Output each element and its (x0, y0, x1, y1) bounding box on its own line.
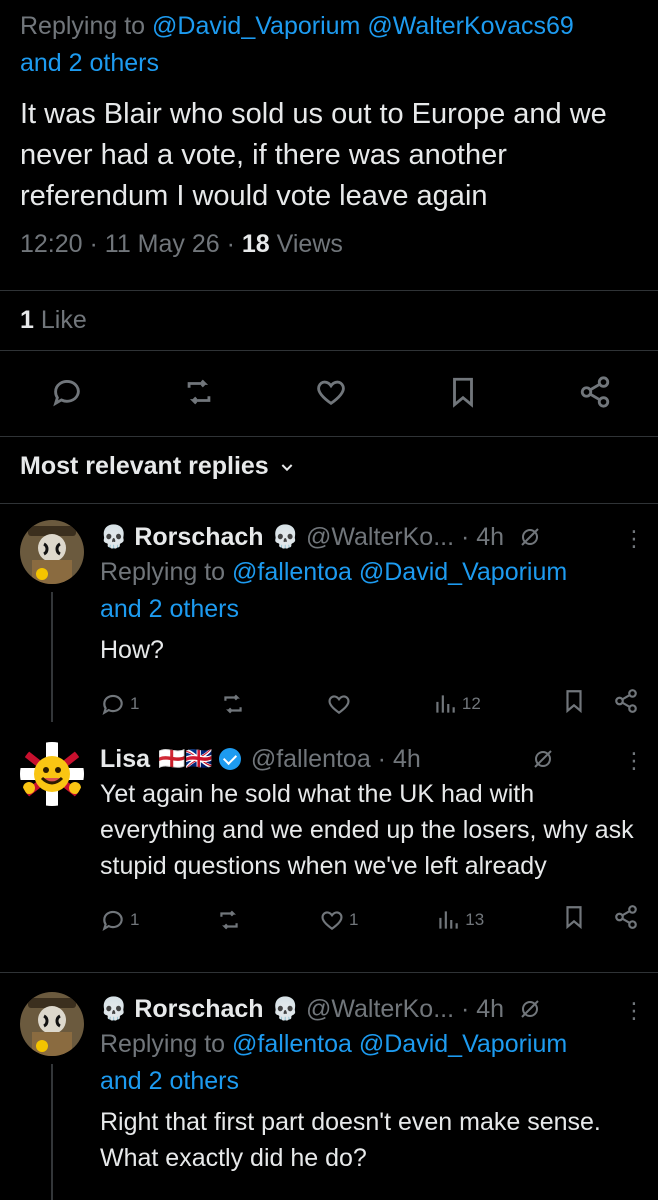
author-handle-time[interactable]: @fallentoa · 4h (251, 742, 421, 776)
author-name[interactable]: Rorschach (134, 992, 263, 1026)
replying-prefix: Replying to (100, 1030, 226, 1058)
thread-line (51, 592, 53, 722)
avatar[interactable] (20, 520, 84, 584)
tweet-text: It was Blair who sold us out to Europe a… (20, 98, 607, 212)
share-icon[interactable] (578, 375, 612, 414)
retweet-icon (220, 910, 238, 929)
tweet-meta: 12:20 · 11 May 26 · 18 Views (20, 230, 645, 259)
mute-icon[interactable] (531, 747, 555, 771)
skull-emoji: 💀 (271, 996, 299, 1021)
replying-to: Replying to @David_Vaporium @WalterKovac… (20, 8, 645, 82)
share-icon[interactable] (613, 688, 639, 719)
author-handle-time[interactable]: @WalterKo... · 4h (306, 520, 504, 554)
section-header: Most relevant replies (20, 452, 269, 480)
verified-icon (218, 748, 241, 770)
views-label: Views (276, 230, 343, 258)
mute-icon[interactable] (518, 525, 542, 549)
author-name[interactable]: Lisa (100, 742, 150, 776)
flag-emojis: 🏴󠁧󠁢󠁥󠁮󠁧󠁿🇬🇧 (158, 746, 213, 771)
reply-body: 💀 Rorschach 💀 @WalterKo... · 4h ⋮ Replyi… (100, 520, 645, 719)
reply-header: 💀 Rorschach 💀 @WalterKo... · 4h (100, 992, 645, 1026)
reply-icon (102, 910, 123, 931)
replying-to: Replying to @fallentoa @David_Vaporium a… (100, 1026, 645, 1100)
more-icon[interactable]: ⋮ (623, 998, 645, 1024)
tweet-time[interactable]: 12:20 · 11 May 26 · (20, 230, 235, 258)
likes-count: 1 (20, 306, 34, 334)
like-button[interactable] (326, 691, 352, 717)
like-icon[interactable] (314, 375, 348, 414)
reply-body: 💀 Rorschach 💀 @WalterKo... · 4h ⋮ Replyi… (100, 992, 645, 1176)
views-icon (439, 910, 459, 929)
more-icon[interactable]: ⋮ (623, 748, 645, 774)
reply-button[interactable]: 1 (100, 907, 139, 933)
author-name[interactable]: Rorschach (134, 520, 263, 554)
author-handle-time[interactable]: @WalterKo... · 4h (306, 992, 504, 1026)
reply-text: How? (100, 636, 164, 664)
reply-count: 1 (130, 693, 140, 713)
others-link[interactable]: and 2 others (100, 1067, 239, 1095)
reply-actions: 1 1 13 (100, 904, 645, 935)
reply-icon (102, 694, 123, 715)
mentions-link[interactable]: @fallentoa @David_Vaporium (232, 558, 567, 586)
reply-header: 💀 Rorschach 💀 @WalterKo... · 4h (100, 520, 645, 554)
retweet-button[interactable] (220, 691, 246, 717)
divider (0, 436, 658, 437)
others-link[interactable]: and 2 others (100, 595, 239, 623)
avatar[interactable] (20, 742, 84, 806)
skull-emoji: 💀 (100, 524, 128, 549)
reply-button[interactable]: 1 (100, 691, 139, 717)
reply-body: Lisa 🏴󠁧󠁢󠁥󠁮󠁧󠁿🇬🇧 @fallentoa · 4h ⋮ Yet aga… (100, 742, 645, 935)
reply-actions: 1 12 (100, 688, 645, 719)
like-icon (321, 910, 343, 930)
likes-label: Like (40, 306, 87, 334)
likes-summary[interactable]: 1 Like (20, 306, 87, 335)
like-count: 1 (349, 909, 359, 929)
avatar[interactable] (20, 992, 84, 1056)
retweet-button[interactable] (216, 907, 242, 933)
mute-icon[interactable] (518, 997, 542, 1021)
replying-to: Replying to @fallentoa @David_Vaporium a… (100, 554, 645, 628)
views-button[interactable]: 13 (435, 907, 484, 933)
views-icon (436, 694, 455, 713)
mentions-link[interactable]: @David_Vaporium @WalterKovacs69 (152, 12, 574, 40)
views-button[interactable]: 12 (432, 691, 481, 717)
main-tweet: Replying to @David_Vaporium @WalterKovac… (20, 0, 645, 334)
thread-line (51, 1064, 53, 1200)
mentions-link[interactable]: @fallentoa @David_Vaporium (232, 1030, 567, 1058)
replying-prefix: Replying to (100, 558, 226, 586)
skull-emoji: 💀 (100, 996, 128, 1021)
view-count: 12 (461, 693, 481, 713)
replying-prefix: Replying to (20, 12, 146, 40)
reply-text: Yet again he sold what the UK had with e… (100, 780, 634, 880)
bookmark-icon[interactable] (446, 375, 480, 414)
reply-count: 1 (130, 909, 140, 929)
others-link[interactable]: and 2 others (20, 49, 159, 77)
skull-emoji: 💀 (271, 524, 299, 549)
divider (0, 350, 658, 351)
views-count: 18 (241, 230, 270, 258)
divider (0, 290, 658, 291)
retweet-icon[interactable] (182, 375, 216, 414)
like-icon (328, 694, 350, 714)
more-icon[interactable]: ⋮ (623, 526, 645, 552)
like-button[interactable]: 1 (319, 907, 359, 933)
share-icon[interactable] (613, 904, 639, 935)
reply-text: Right that first part doesn't even make … (100, 1108, 601, 1172)
bookmark-icon[interactable] (561, 904, 587, 935)
reply-icon[interactable] (50, 375, 84, 414)
view-count: 13 (465, 909, 485, 929)
chevron-down-icon (281, 463, 293, 471)
sort-replies-dropdown[interactable]: Most relevant replies (20, 452, 295, 481)
divider (0, 503, 658, 504)
tweet-actions (20, 375, 640, 414)
retweet-icon (223, 694, 242, 713)
bookmark-icon[interactable] (561, 688, 587, 719)
divider (0, 972, 658, 973)
reply-header: Lisa 🏴󠁧󠁢󠁥󠁮󠁧󠁿🇬🇧 @fallentoa · 4h (100, 742, 645, 776)
